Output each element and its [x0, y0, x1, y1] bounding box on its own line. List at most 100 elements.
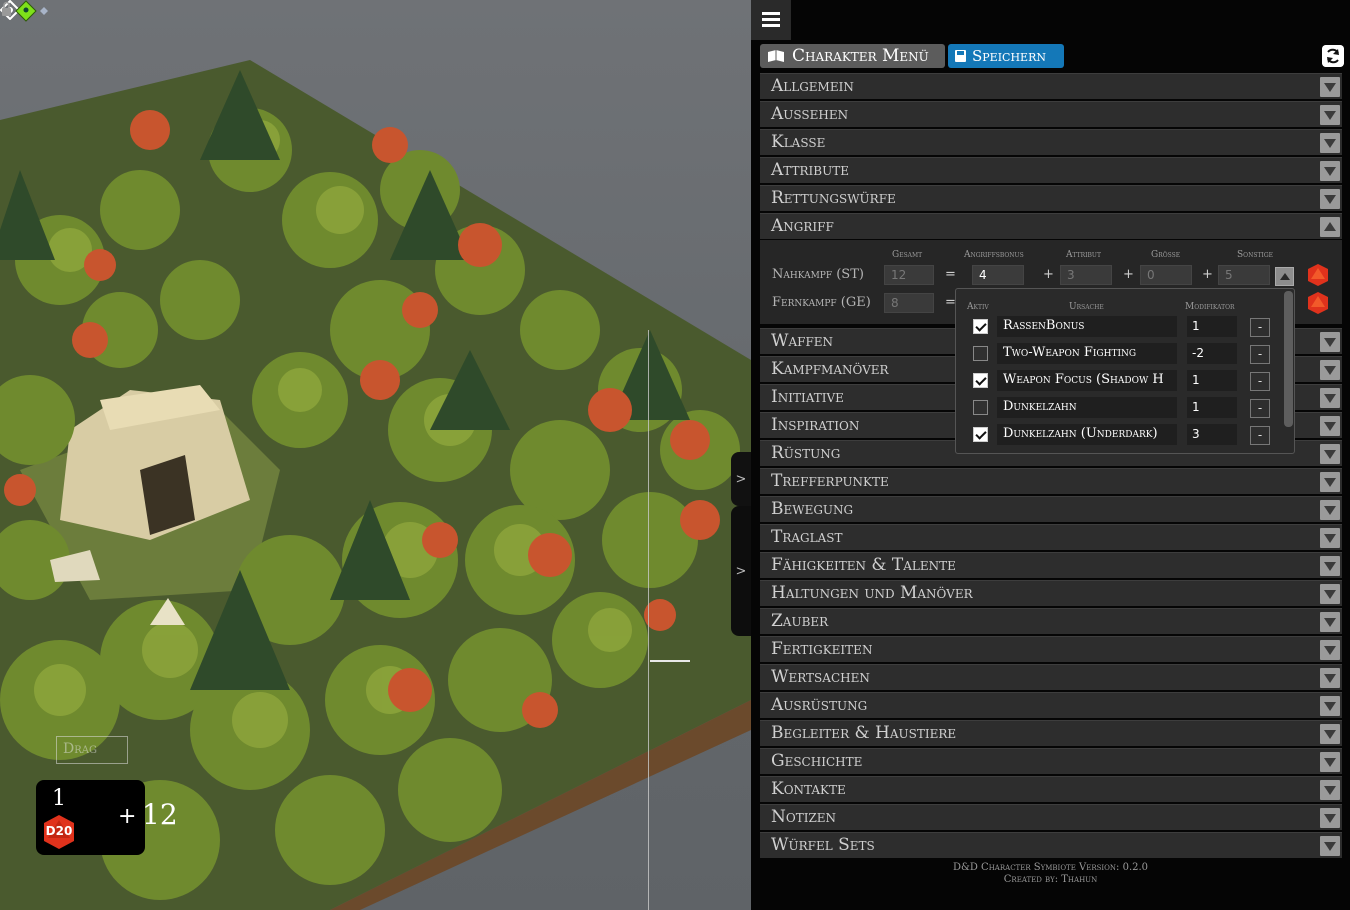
- section-item[interactable]: Notizen: [760, 804, 1342, 830]
- section-item[interactable]: Begleiter & Haustiere: [760, 720, 1342, 746]
- section-label: Klasse: [771, 132, 826, 152]
- chevron-down-icon[interactable]: [1320, 752, 1340, 772]
- modifier-input[interactable]: -2: [1187, 343, 1237, 364]
- delete-modifier-button[interactable]: -: [1250, 318, 1270, 337]
- section-rettungswuerfe[interactable]: Rettungswürfe: [760, 185, 1342, 211]
- chevron-down-icon[interactable]: [1320, 388, 1340, 408]
- modifier-row: Two-Weapon Fighting -2-: [956, 341, 1286, 368]
- equals-sign: =: [945, 267, 956, 282]
- section-label: Waffen: [771, 331, 834, 351]
- collapse-modifiers-button[interactable]: [1275, 267, 1294, 286]
- chevron-down-icon[interactable]: [1320, 584, 1340, 604]
- drag-area-label[interactable]: Drag: [56, 736, 128, 764]
- section-allgemein[interactable]: Allgemein: [760, 73, 1342, 99]
- section-item[interactable]: Haltungen und Manöver: [760, 580, 1342, 606]
- chevron-down-icon[interactable]: [1320, 332, 1340, 352]
- section-label: Begleiter & Haustiere: [771, 723, 957, 743]
- d20-label: D20: [45, 824, 73, 838]
- melee-other-field[interactable]: 5: [1218, 265, 1270, 285]
- delete-modifier-button[interactable]: -: [1250, 345, 1270, 364]
- side-panel-handle-top[interactable]: >: [731, 452, 751, 506]
- dice-roll-value: 1: [52, 786, 66, 811]
- cause-input[interactable]: Weapon Focus (Shadow H: [997, 370, 1177, 391]
- section-item[interactable]: Wertsachen: [760, 664, 1342, 690]
- section-item[interactable]: Traglast: [760, 524, 1342, 550]
- chevron-down-icon[interactable]: [1320, 696, 1340, 716]
- section-angriff[interactable]: Angriff: [760, 213, 1342, 239]
- modifier-input[interactable]: 1: [1187, 397, 1237, 418]
- active-checkbox[interactable]: [973, 373, 988, 388]
- melee-total-field: 12: [884, 265, 934, 285]
- measure-horizontal-line: [650, 660, 690, 662]
- modifier-input[interactable]: 3: [1187, 424, 1237, 445]
- chevron-down-icon[interactable]: [1320, 640, 1340, 660]
- section-item[interactable]: Zauber: [760, 608, 1342, 634]
- chevron-down-icon[interactable]: [1320, 472, 1340, 492]
- chevron-down-icon[interactable]: [1320, 780, 1340, 800]
- chevron-down-icon[interactable]: [1320, 360, 1340, 380]
- section-label: Traglast: [771, 527, 843, 547]
- section-item[interactable]: Fertigkeiten: [760, 636, 1342, 662]
- side-panel-handle-bottom[interactable]: >: [731, 506, 751, 636]
- section-label: Initiative: [771, 387, 844, 407]
- chevron-down-icon[interactable]: [1320, 808, 1340, 828]
- popup-scrollbar[interactable]: [1284, 291, 1293, 427]
- section-item[interactable]: Würfel Sets: [760, 832, 1342, 858]
- chevron-down-icon[interactable]: [1320, 161, 1340, 181]
- modifier-row: Dunkelzahn 1-: [956, 395, 1286, 422]
- roll-melee-d20-icon[interactable]: [1307, 264, 1329, 286]
- chevron-down-icon[interactable]: [1320, 612, 1340, 632]
- modifier-input[interactable]: 1: [1187, 370, 1237, 391]
- modifier-popup: Aktiv Ursache Modifikator RassenBonus 1- T…: [955, 288, 1295, 454]
- section-aussehen[interactable]: Aussehen: [760, 101, 1342, 127]
- active-checkbox[interactable]: [973, 427, 988, 442]
- chevron-down-icon[interactable]: [1320, 836, 1340, 856]
- modifier-input[interactable]: 1: [1187, 316, 1237, 337]
- chevron-down-icon[interactable]: [1320, 105, 1340, 125]
- delete-modifier-button[interactable]: -: [1250, 399, 1270, 418]
- chevron-down-icon[interactable]: [1320, 668, 1340, 688]
- section-attribute[interactable]: Attribute: [760, 157, 1342, 183]
- cause-input[interactable]: Dunkelzahn: [997, 397, 1177, 418]
- section-item[interactable]: Geschichte: [760, 748, 1342, 774]
- delete-modifier-button[interactable]: -: [1250, 426, 1270, 445]
- section-item[interactable]: Ausrüstung: [760, 692, 1342, 718]
- section-item[interactable]: Fähigkeiten & Talente: [760, 552, 1342, 578]
- popup-header-active: Aktiv: [967, 302, 989, 312]
- cause-input[interactable]: Dunkelzahn (Underdark): [997, 424, 1177, 445]
- melee-size-field[interactable]: 0: [1140, 265, 1192, 285]
- chevron-up-icon[interactable]: [1320, 217, 1340, 237]
- chevron-down-icon[interactable]: [1320, 444, 1340, 464]
- chevron-down-icon[interactable]: [1320, 77, 1340, 97]
- chevron-down-icon[interactable]: [1320, 500, 1340, 520]
- map-marker-icon[interactable]: [0, 0, 52, 22]
- forest-scene-image: [0, 60, 751, 910]
- save-button[interactable]: Speichern: [948, 44, 1064, 68]
- dice-result-box: 1 D20 + 12: [36, 780, 178, 855]
- active-checkbox[interactable]: [973, 319, 988, 334]
- character-menu-button[interactable]: Charakter Menü: [760, 44, 945, 68]
- section-label: Allgemein: [771, 76, 854, 96]
- app-footer: D&D Character Symbiote Version: 0.2.0 Cr…: [751, 862, 1350, 886]
- floppy-disk-icon: [955, 50, 966, 62]
- cause-input[interactable]: Two-Weapon Fighting: [997, 343, 1177, 364]
- cause-input[interactable]: RassenBonus: [997, 316, 1177, 337]
- roll-ranged-d20-icon[interactable]: [1307, 292, 1329, 314]
- active-checkbox[interactable]: [973, 400, 988, 415]
- chevron-down-icon[interactable]: [1320, 528, 1340, 548]
- chevron-down-icon[interactable]: [1320, 556, 1340, 576]
- melee-attack-bonus-input[interactable]: 4: [972, 265, 1024, 285]
- chevron-down-icon[interactable]: [1320, 133, 1340, 153]
- game-viewport[interactable]: Drag > > 1 D20 + 12: [0, 0, 751, 910]
- chevron-down-icon[interactable]: [1320, 724, 1340, 744]
- refresh-icon[interactable]: [1322, 45, 1344, 67]
- section-klasse[interactable]: Klasse: [760, 129, 1342, 155]
- active-checkbox[interactable]: [973, 346, 988, 361]
- delete-modifier-button[interactable]: -: [1250, 372, 1270, 391]
- chevron-down-icon[interactable]: [1320, 416, 1340, 436]
- hamburger-menu-icon[interactable]: [751, 0, 791, 40]
- section-item[interactable]: Bewegung: [760, 496, 1342, 522]
- section-item[interactable]: Trefferpunkte: [760, 468, 1342, 494]
- section-item[interactable]: Kontakte: [760, 776, 1342, 802]
- chevron-down-icon[interactable]: [1320, 189, 1340, 209]
